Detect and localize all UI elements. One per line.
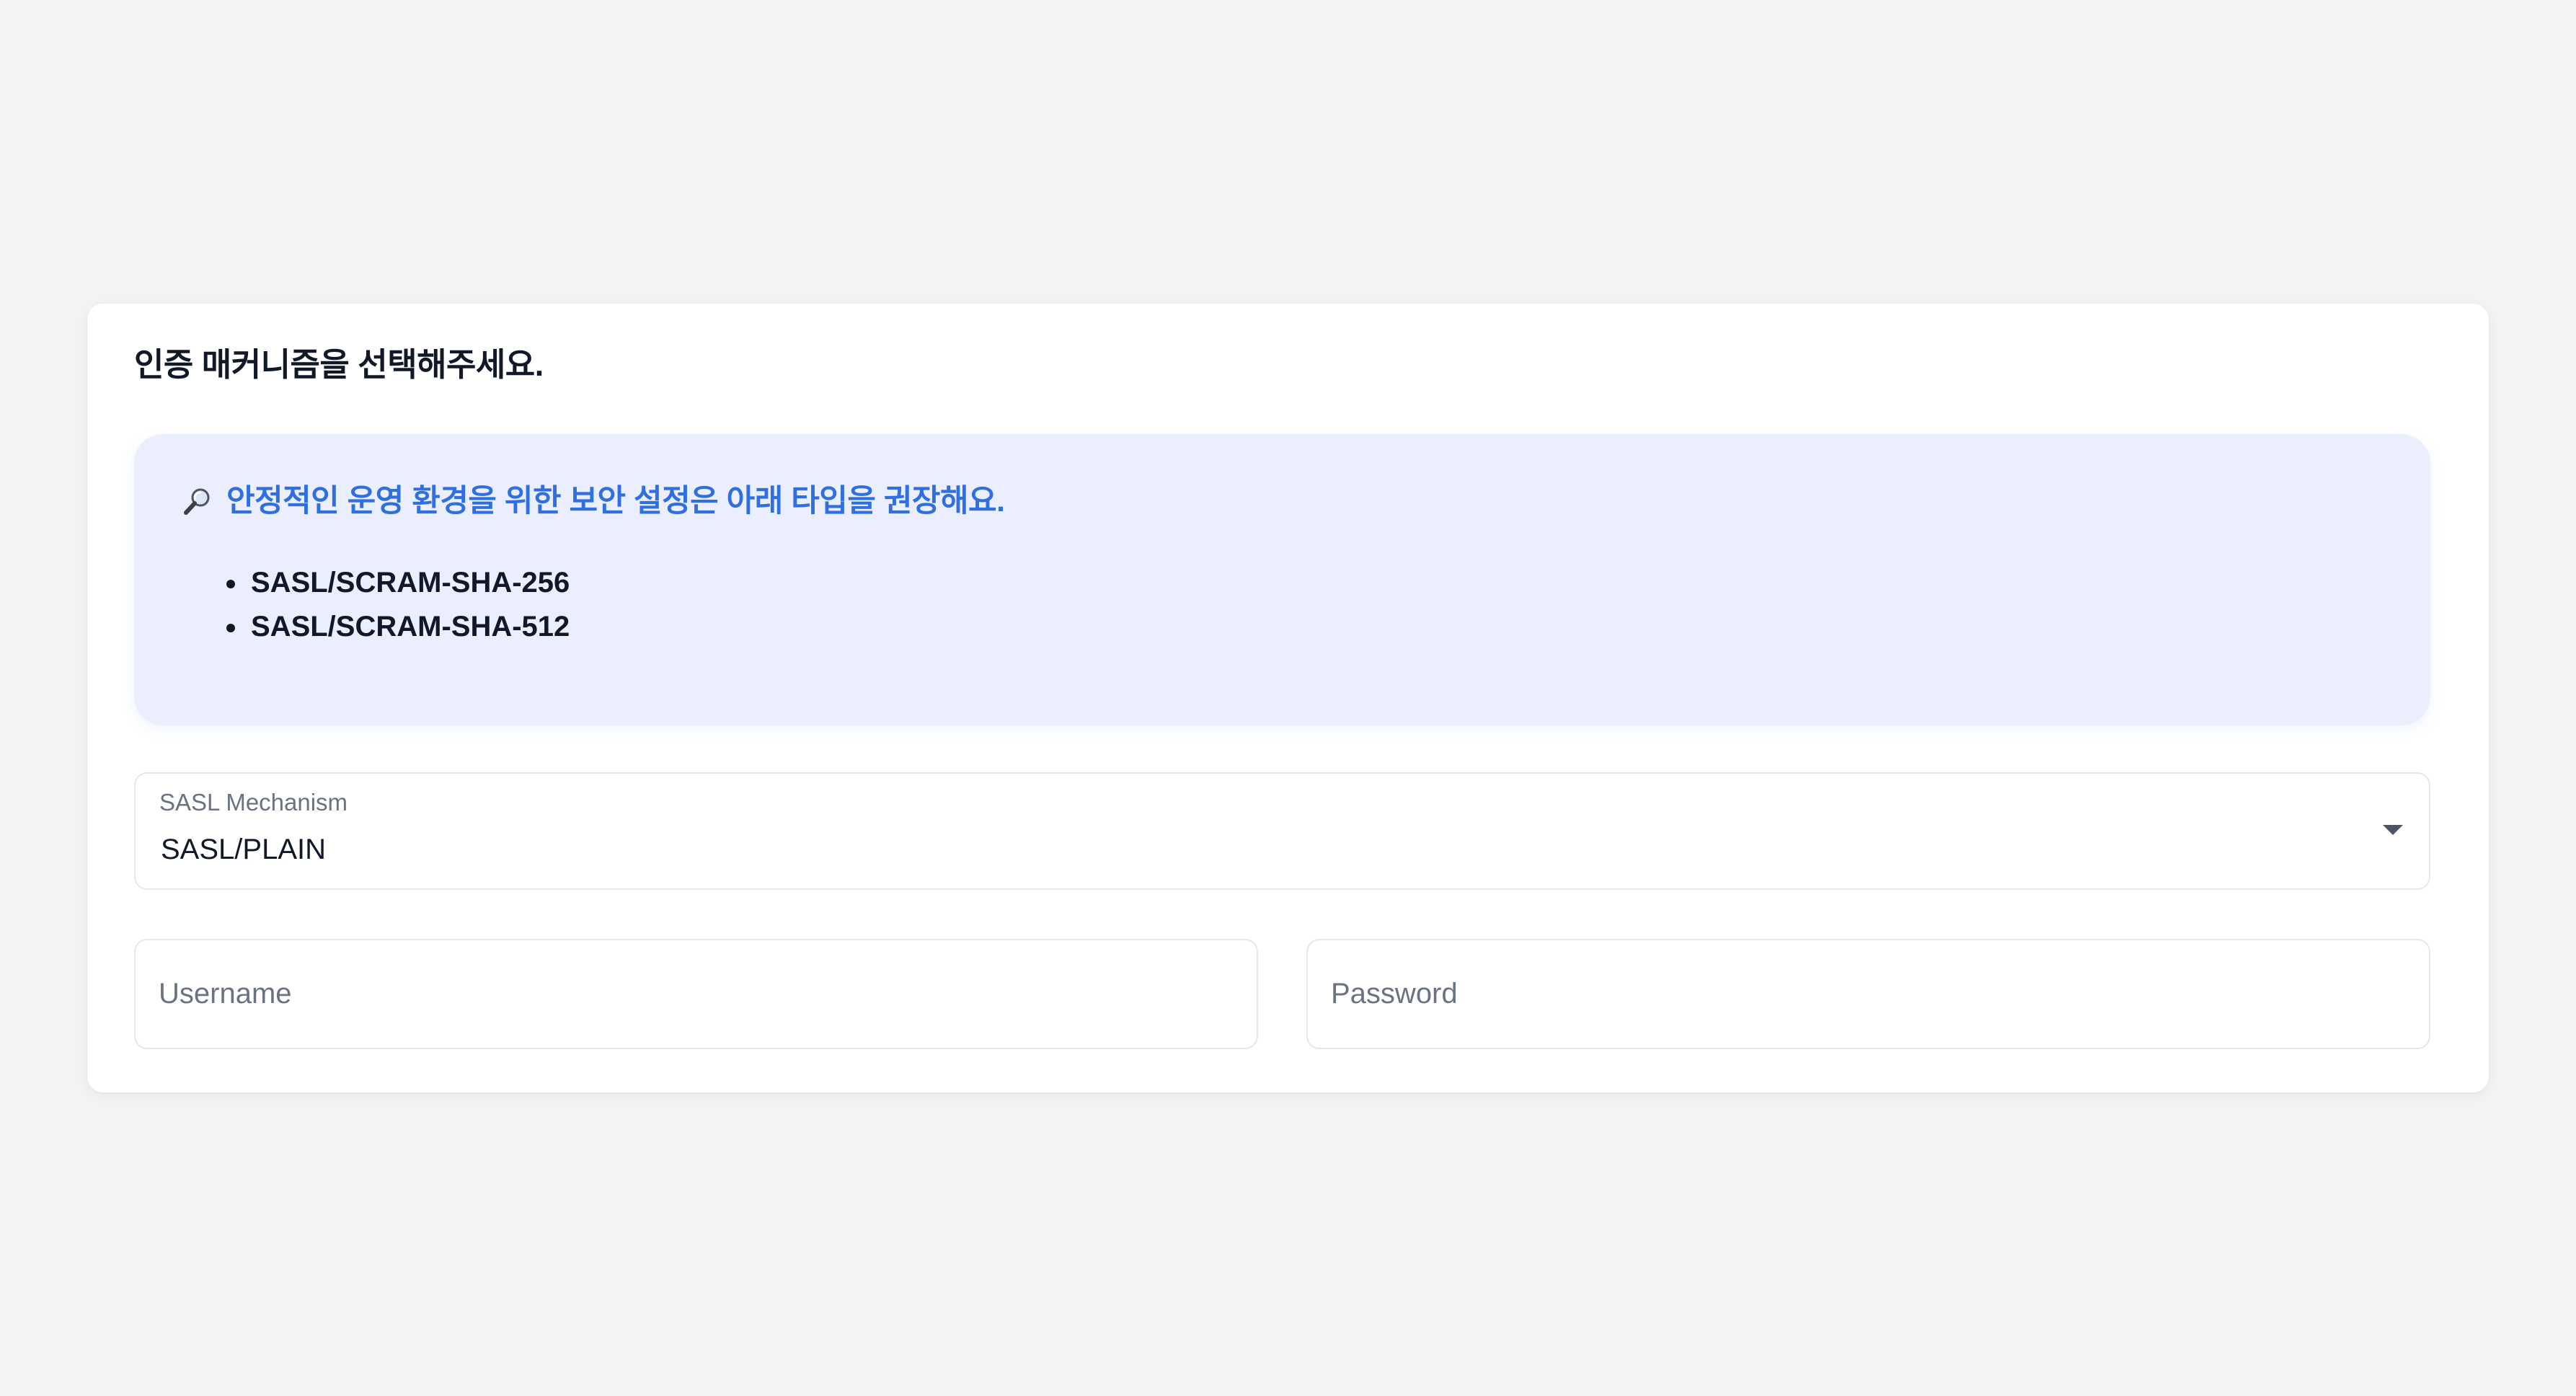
- list-item: SASL/SCRAM-SHA-512: [223, 605, 570, 649]
- password-input[interactable]: [1306, 939, 2430, 1049]
- magnifying-glass-icon: [180, 485, 213, 518]
- card-title: 인증 매커니즘을 선택해주세요.: [134, 346, 544, 383]
- recommendation-info-box: 안정적인 운영 환경을 위한 보안 설정은 아래 타입을 권장해요. SASL/…: [134, 434, 2430, 725]
- info-headline-text: 안정적인 운영 환경을 위한 보안 설정은 아래 타입을 권장해요.: [226, 484, 1005, 518]
- username-input[interactable]: [134, 939, 1258, 1049]
- sasl-mechanism-value: SASL/PLAIN: [161, 834, 327, 865]
- recommended-mechanism-list: SASL/SCRAM-SHA-256 SASL/SCRAM-SHA-512: [223, 561, 570, 649]
- list-item: SASL/SCRAM-SHA-256: [223, 561, 570, 605]
- sasl-mechanism-select[interactable]: SASL Mechanism SASL/PLAIN: [134, 772, 2430, 890]
- caret-down-icon[interactable]: [2383, 825, 2403, 835]
- sasl-mechanism-label: SASL Mechanism: [159, 789, 348, 816]
- auth-mechanism-card: 인증 매커니즘을 선택해주세요. 안정적인 운영 환경을 위한 보안 설정은 아…: [87, 304, 2489, 1092]
- info-headline: 안정적인 운영 환경을 위한 보안 설정은 아래 타입을 권장해요.: [180, 483, 1005, 521]
